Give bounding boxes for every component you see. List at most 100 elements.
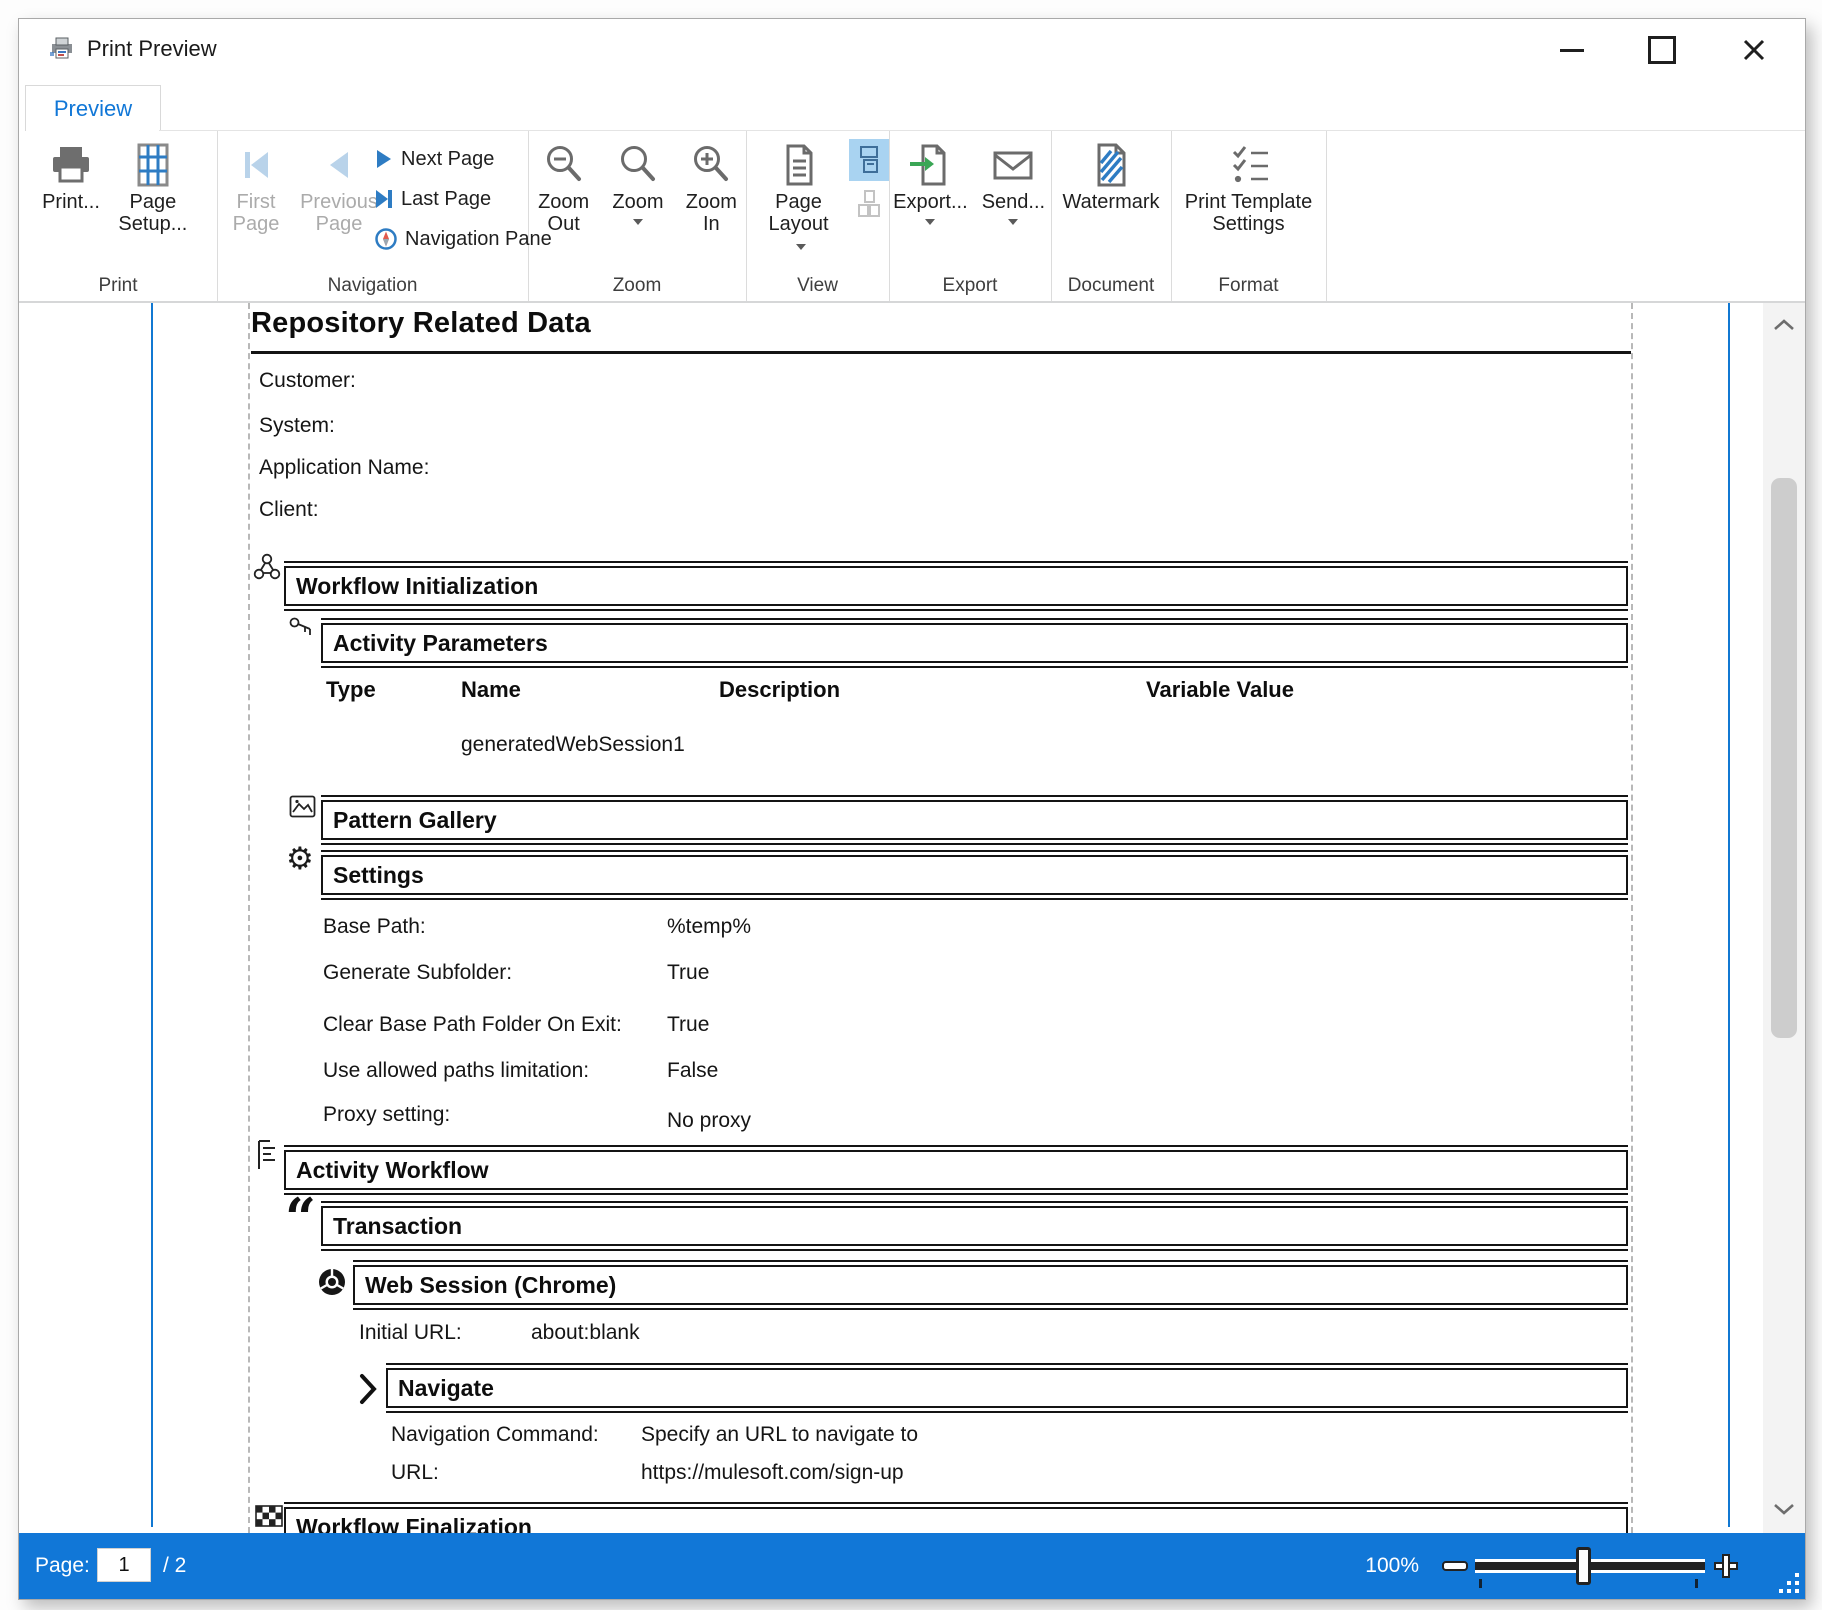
scrollbar-thumb[interactable] [1771,478,1797,1038]
page-setup-icon [130,139,176,191]
vertical-scrollbar[interactable] [1763,303,1805,1533]
export-dropdown-arrow [925,219,935,225]
settings-value: False [667,1059,718,1083]
section-pattern-gallery: Pattern Gallery [321,800,1628,840]
settings-value: True [667,1013,709,1037]
next-page-icon [375,149,393,169]
watermark-button[interactable]: Watermark [1051,137,1171,215]
titlebar: Print Preview [19,19,1805,83]
chevron-up-icon [1773,318,1795,332]
field-customer: Customer: [259,369,356,393]
workflow-icon [252,553,282,586]
print-template-settings-button[interactable]: Print Template Settings [1171,137,1326,237]
page-layout-button[interactable]: Page Layout [758,137,839,259]
zoom-out-button[interactable]: Zoom Out [528,137,599,237]
zoom-slider-minus-button[interactable] [1442,1561,1468,1571]
page-total: / 2 [163,1533,186,1599]
previous-page-button[interactable]: Previous Page [295,137,383,237]
compass-icon [375,228,397,250]
col-header-type: Type [326,677,376,703]
send-dropdown-arrow [1008,219,1018,225]
zoom-dropdown-arrow [633,219,643,225]
resize-grip[interactable] [1779,1573,1799,1593]
page-number-input[interactable] [97,1548,151,1582]
continuous-view-icon [856,145,882,175]
navigate-value: https://mulesoft.com/sign-up [641,1461,904,1485]
navigate-key: Navigation Command: [391,1423,599,1447]
section-transaction: Transaction [321,1206,1628,1246]
scroll-up-button[interactable] [1763,307,1805,343]
section-workflow-initialization: Workflow Initialization [284,566,1628,606]
settings-value: No proxy [667,1109,751,1133]
ribbon: Print... Page Setup... Prin [19,131,1805,303]
tab-preview[interactable]: Preview [25,85,161,132]
left-margin-guide [248,303,250,1533]
close-button[interactable] [1729,25,1779,75]
ribbon-group-document: Watermark Document [1051,131,1172,301]
web-session-key: Initial URL: [359,1321,462,1345]
settings-value: True [667,961,709,985]
zoom-button[interactable]: Zoom [603,137,672,229]
section-navigate: Navigate [386,1368,1628,1408]
app-icon [49,35,77,66]
page-left-edge [151,303,153,1527]
gear-icon: ⚙ [286,844,314,875]
navigation-pane-button[interactable]: Navigation Pane [375,219,552,259]
chevron-right-icon [357,1373,379,1410]
zoom-icon [615,139,661,191]
scroll-down-button[interactable] [1763,1491,1805,1527]
ribbon-group-zoom: Zoom Out Zoom [528,131,747,301]
group-caption-zoom: Zoom [528,275,746,297]
navigate-key: URL: [391,1461,439,1485]
zoom-percent: 100% [1349,1533,1419,1599]
facing-pages-icon [856,189,882,219]
col-header-variable-value: Variable Value [1146,677,1294,703]
send-button[interactable]: Send... [976,137,1051,229]
next-page-button[interactable]: Next Page [375,139,552,179]
table-row-name: generatedWebSession1 [461,733,685,757]
doc-title: Repository Related Data [251,307,591,340]
minimize-button[interactable] [1547,25,1597,75]
printer-icon [48,139,94,191]
col-header-description: Description [719,677,840,703]
zoom-in-icon [688,139,734,191]
ribbon-group-print: Print... Page Setup... Prin [19,131,218,301]
export-button[interactable]: Export... [889,137,972,229]
chrome-icon [317,1267,347,1302]
zoom-slider-thumb[interactable] [1576,1547,1591,1585]
activity-workflow-icon [256,1139,278,1176]
col-header-name: Name [461,677,521,703]
right-margin-guide [1631,303,1633,1533]
watermark-icon [1088,139,1134,191]
previous-page-icon [317,139,361,191]
status-bar: Page: / 2 100% [19,1533,1805,1599]
section-activity-workflow: Activity Workflow [284,1150,1628,1190]
first-page-button[interactable]: First Page [221,137,291,237]
slider-tick [1695,1579,1698,1588]
checklist-icon [1226,139,1272,191]
export-icon [907,139,953,191]
settings-key: Clear Base Path Folder On Exit: [323,1013,622,1037]
zoom-out-icon [541,139,587,191]
minimize-icon [1560,49,1584,52]
ribbon-group-navigation: First Page Previous Page Next Pa [217,131,529,301]
facing-pages-button[interactable] [849,183,889,225]
settings-key: Use allowed paths limitation: [323,1059,589,1083]
page-setup-button[interactable]: Page Setup... [108,137,198,237]
settings-key: Generate Subfolder: [323,961,512,985]
maximize-button[interactable] [1637,25,1687,75]
print-button[interactable]: Print... [38,137,104,215]
continuous-view-button[interactable] [849,139,889,181]
ribbon-group-format: Print Template Settings Format [1171,131,1327,301]
section-workflow-finalization: Workflow Finalization [284,1507,1628,1533]
zoom-in-button[interactable]: Zoom In [677,137,746,237]
slider-tick [1479,1579,1482,1588]
settings-value: %temp% [667,915,751,939]
zoom-slider-plus-button[interactable] [1711,1551,1741,1581]
last-page-button[interactable]: Last Page [375,179,552,219]
page-label: Page: [35,1533,90,1599]
section-activity-parameters: Activity Parameters [321,623,1628,663]
navigate-value: Specify an URL to navigate to [641,1423,918,1447]
window-title: Print Preview [87,36,217,62]
key-icon [289,615,315,644]
